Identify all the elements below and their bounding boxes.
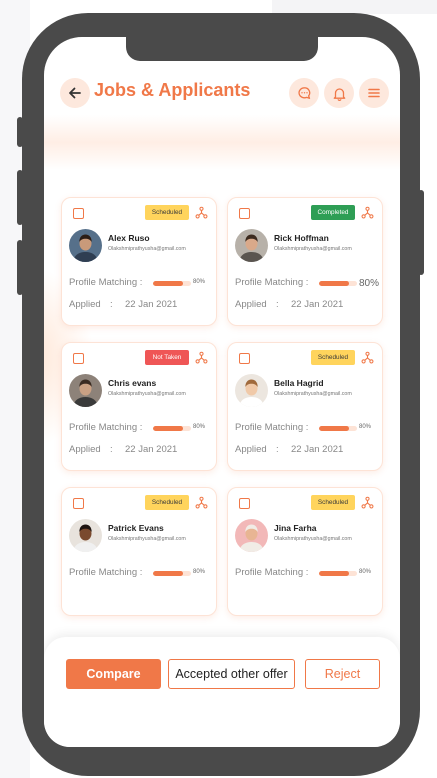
profile-matching-percent: 80% bbox=[359, 424, 372, 430]
action-footer: Compare Accepted other offer Reject bbox=[44, 637, 400, 747]
applicant-name: Chris evans bbox=[108, 378, 157, 388]
header-glow bbox=[44, 115, 400, 170]
status-badge: Scheduled bbox=[311, 495, 355, 510]
applicant-email: Olakshmiprathyusha@gmail.com bbox=[108, 391, 186, 397]
applied-date: 22 Jan 2021 bbox=[291, 299, 344, 310]
status-badge: Completed bbox=[311, 205, 355, 220]
avatar bbox=[69, 229, 102, 262]
phone-power-button bbox=[418, 190, 424, 275]
applied-date: 22 Jan 2021 bbox=[125, 444, 178, 455]
applied-colon: : bbox=[110, 299, 113, 310]
select-checkbox[interactable] bbox=[239, 208, 250, 219]
status-badge: Scheduled bbox=[145, 205, 189, 220]
applied-label: Applied bbox=[69, 444, 101, 455]
profile-matching-bar bbox=[319, 281, 357, 286]
applicant-name: Alex Ruso bbox=[108, 233, 150, 243]
applicant-card[interactable]: Completed Rick Hoffman Olakshmiprathyusha@… bbox=[227, 197, 383, 326]
avatar bbox=[235, 229, 268, 262]
profile-matching-percent: 80% bbox=[193, 424, 206, 430]
profile-matching-percent: 80% bbox=[359, 278, 380, 289]
applicant-name: Rick Hoffman bbox=[274, 233, 329, 243]
share-icon[interactable] bbox=[195, 206, 208, 219]
phone-volume-up bbox=[17, 170, 23, 225]
profile-matching-percent: 80% bbox=[193, 569, 206, 575]
select-checkbox[interactable] bbox=[239, 353, 250, 364]
bell-icon bbox=[333, 87, 345, 101]
profile-matching-fill bbox=[319, 281, 350, 286]
applicant-email: Olakshmiprathyusha@gmail.com bbox=[108, 536, 186, 542]
applicant-card[interactable]: Scheduled Bella Hagrid Olakshmiprathyusha@… bbox=[227, 342, 383, 471]
applicant-name: Bella Hagrid bbox=[274, 378, 324, 388]
notifications-button[interactable] bbox=[324, 78, 354, 108]
profile-matching-percent: 80% bbox=[359, 569, 372, 575]
applicant-card[interactable]: Not Taken Chris evans Olakshmiprathyusha@g… bbox=[61, 342, 217, 471]
profile-matching-bar bbox=[153, 426, 191, 431]
share-icon[interactable] bbox=[195, 496, 208, 509]
applicant-card[interactable]: Scheduled Jina Farha Olakshmiprathyusha@gm… bbox=[227, 487, 383, 616]
avatar bbox=[235, 374, 268, 407]
status-badge: Scheduled bbox=[311, 350, 355, 365]
applied-colon: : bbox=[276, 299, 279, 310]
compare-button[interactable]: Compare bbox=[66, 659, 161, 689]
share-icon[interactable] bbox=[361, 206, 374, 219]
select-checkbox[interactable] bbox=[73, 353, 84, 364]
profile-matching-label: Profile Matching : bbox=[69, 277, 143, 288]
profile-matching-fill bbox=[153, 281, 184, 286]
avatar bbox=[235, 519, 268, 552]
profile-matching-label: Profile Matching : bbox=[235, 422, 309, 433]
profile-matching-label: Profile Matching : bbox=[69, 567, 143, 578]
applicant-email: Olakshmiprathyusha@gmail.com bbox=[274, 536, 352, 542]
select-checkbox[interactable] bbox=[239, 498, 250, 509]
chat-button[interactable] bbox=[289, 78, 319, 108]
select-checkbox[interactable] bbox=[73, 208, 84, 219]
share-icon[interactable] bbox=[361, 496, 374, 509]
applicant-card[interactable]: Scheduled Patrick Evans Olakshmiprathyusha… bbox=[61, 487, 217, 616]
profile-matching-label: Profile Matching : bbox=[235, 567, 309, 578]
arrow-left-icon bbox=[69, 87, 81, 99]
back-button[interactable] bbox=[60, 78, 90, 108]
profile-matching-bar bbox=[319, 426, 357, 431]
profile-matching-bar bbox=[153, 571, 191, 576]
profile-matching-label: Profile Matching : bbox=[235, 277, 309, 288]
applied-colon: : bbox=[276, 444, 279, 455]
profile-matching-bar bbox=[319, 571, 357, 576]
share-icon[interactable] bbox=[361, 351, 374, 364]
profile-matching-fill bbox=[153, 571, 184, 576]
profile-matching-fill bbox=[153, 426, 184, 431]
select-checkbox[interactable] bbox=[73, 498, 84, 509]
phone-mute-switch bbox=[17, 117, 23, 147]
avatar bbox=[69, 374, 102, 407]
profile-matching-bar bbox=[153, 281, 191, 286]
accepted-other-offer-button[interactable]: Accepted other offer bbox=[168, 659, 295, 689]
profile-matching-fill bbox=[319, 571, 350, 576]
hamburger-menu-icon bbox=[368, 88, 380, 98]
status-badge: Not Taken bbox=[145, 350, 189, 365]
applied-date: 22 Jan 2021 bbox=[291, 444, 344, 455]
profile-matching-fill bbox=[319, 426, 350, 431]
profile-matching-percent: 80% bbox=[193, 279, 206, 285]
applied-date: 22 Jan 2021 bbox=[125, 299, 178, 310]
applied-label: Applied bbox=[235, 444, 267, 455]
background-top-right bbox=[272, 0, 437, 14]
page-title: Jobs & Applicants bbox=[94, 80, 251, 100]
applied-label: Applied bbox=[69, 299, 101, 310]
phone-volume-down bbox=[17, 240, 23, 295]
applied-colon: : bbox=[110, 444, 113, 455]
applicant-card[interactable]: Scheduled Alex Ruso Olakshmiprathyusha@gma… bbox=[61, 197, 217, 326]
share-icon[interactable] bbox=[195, 351, 208, 364]
applicant-name: Jina Farha bbox=[274, 523, 317, 533]
applicant-name: Patrick Evans bbox=[108, 523, 164, 533]
chat-icon bbox=[297, 86, 310, 99]
status-badge: Scheduled bbox=[145, 495, 189, 510]
menu-button[interactable] bbox=[359, 78, 389, 108]
applicant-email: Olakshmiprathyusha@gmail.com bbox=[274, 391, 352, 397]
applicant-email: Olakshmiprathyusha@gmail.com bbox=[274, 246, 352, 252]
phone-notch bbox=[126, 37, 318, 61]
reject-button[interactable]: Reject bbox=[305, 659, 380, 689]
app-screen: Jobs & Applicants Scheduled Alex Ruso Olak… bbox=[44, 37, 400, 747]
applied-label: Applied bbox=[235, 299, 267, 310]
avatar bbox=[69, 519, 102, 552]
profile-matching-label: Profile Matching : bbox=[69, 422, 143, 433]
applicant-email: Olakshmiprathyusha@gmail.com bbox=[108, 246, 186, 252]
